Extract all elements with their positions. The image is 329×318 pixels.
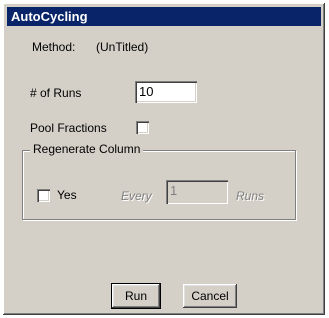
regenerate-column-label: Regenerate Column [30, 142, 144, 156]
runs-input[interactable]: 10 [135, 81, 197, 103]
window-title: AutoCycling [11, 9, 88, 24]
runs-unit-label: Runs [236, 189, 265, 203]
regenerate-column-group [22, 150, 296, 220]
method-label: Method: [32, 40, 76, 54]
pool-fractions-checkbox[interactable] [136, 121, 149, 134]
cancel-button[interactable]: Cancel [183, 284, 237, 308]
runs-label: # of Runs [30, 86, 82, 100]
title-bar[interactable]: AutoCycling [7, 7, 321, 26]
regenerate-yes-label: Yes [57, 188, 77, 202]
every-label: Every [121, 189, 152, 203]
method-value: (UnTitled) [96, 40, 149, 54]
every-runs-input[interactable]: 1 [166, 180, 228, 204]
run-button[interactable]: Run [111, 283, 161, 309]
pool-fractions-label: Pool Fractions [30, 121, 107, 135]
regenerate-yes-checkbox[interactable] [37, 189, 50, 202]
